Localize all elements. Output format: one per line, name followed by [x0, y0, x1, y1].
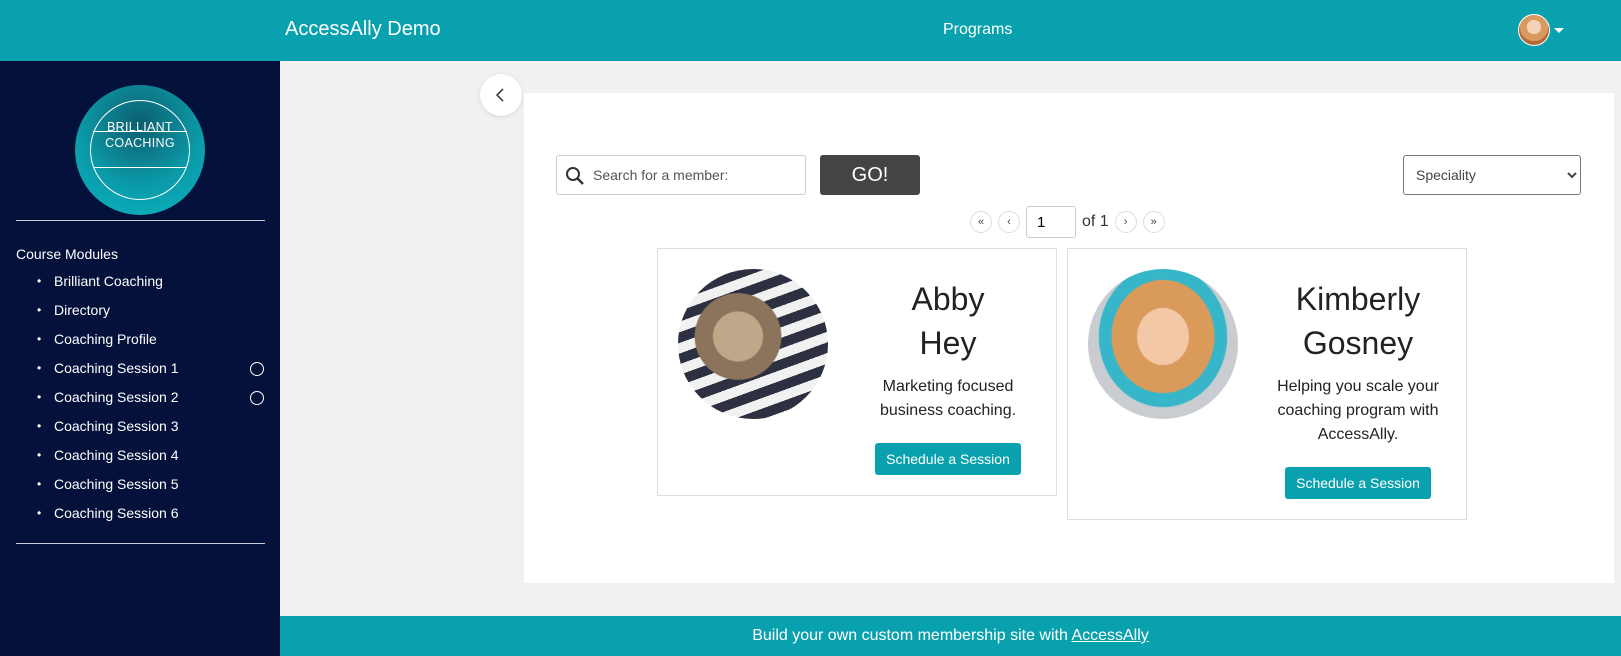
- sidebar-item-label: Coaching Profile: [54, 331, 157, 347]
- member-name: Abby Hey: [848, 277, 1048, 365]
- bullet-icon: •: [37, 448, 42, 462]
- bullet-icon: •: [37, 274, 42, 288]
- sidebar-item-label: Coaching Session 4: [54, 447, 179, 463]
- logo-line-bottom: [93, 167, 187, 168]
- member-name: Kimberly Gosney: [1258, 277, 1458, 365]
- member-card-body: Abby Hey Marketing focused business coac…: [848, 277, 1048, 475]
- module-list: • Brilliant Coaching • Directory • Coaching…: [0, 267, 280, 528]
- sidebar-item-label: Coaching Session 5: [54, 476, 179, 492]
- brilliant-coaching-logo[interactable]: BRILLIANT COACHING: [75, 85, 205, 215]
- member-last-name: Hey: [919, 325, 977, 361]
- sidebar: BRILLIANT COACHING Course Modules • Brill…: [0, 61, 280, 656]
- member-first-name: Kimberly: [1295, 281, 1421, 317]
- sidebar-item-coaching-session-4[interactable]: • Coaching Session 4: [0, 441, 280, 470]
- sidebar-item-label: Coaching Session 6: [54, 505, 179, 521]
- avatar[interactable]: [1518, 14, 1550, 46]
- incomplete-circle-icon: [250, 391, 264, 405]
- site-title[interactable]: AccessAlly Demo: [285, 18, 441, 41]
- footer-text: Build your own custom membership site wi…: [752, 627, 1072, 644]
- first-page-button[interactable]: «: [970, 211, 992, 233]
- sidebar-divider-top: [16, 220, 265, 221]
- directory-panel: GO! Speciality « ‹ of 1 › » Abby Hey Mar…: [524, 93, 1614, 583]
- logo-text: BRILLIANT COACHING: [75, 119, 205, 151]
- bullet-icon: •: [37, 506, 42, 520]
- last-page-button[interactable]: »: [1142, 211, 1165, 233]
- speciality-select[interactable]: Speciality: [1403, 155, 1581, 195]
- member-description: Helping you scale your coaching program …: [1277, 378, 1439, 443]
- sidebar-item-coaching-profile[interactable]: • Coaching Profile: [0, 325, 280, 354]
- incomplete-circle-icon: [250, 362, 264, 376]
- member-first-name: Abby: [911, 281, 985, 317]
- accessally-link[interactable]: AccessAlly: [1071, 627, 1148, 644]
- logo-text-line1: BRILLIANT: [107, 120, 173, 134]
- caret-down-icon[interactable]: [1554, 27, 1564, 33]
- member-photo: [678, 269, 828, 419]
- bullet-icon: •: [37, 390, 42, 404]
- nav-programs-link[interactable]: Programs: [943, 21, 1012, 39]
- sidebar-item-label: Coaching Session 3: [54, 418, 179, 434]
- bullet-icon: •: [37, 361, 42, 375]
- search-icon: [566, 167, 584, 185]
- footer-banner: Build your own custom membership site wi…: [280, 616, 1621, 656]
- member-last-name: Gosney: [1302, 325, 1414, 361]
- member-photo: [1088, 269, 1238, 419]
- sidebar-divider-bottom: [16, 543, 265, 544]
- bullet-icon: •: [37, 419, 42, 433]
- bullet-icon: •: [37, 477, 42, 491]
- sidebar-item-label: Coaching Session 2: [54, 389, 179, 405]
- collapse-sidebar-button[interactable]: [480, 74, 522, 116]
- schedule-session-button[interactable]: Schedule a Session: [875, 443, 1021, 475]
- sidebar-item-label: Brilliant Coaching: [54, 273, 163, 289]
- sidebar-item-coaching-session-5[interactable]: • Coaching Session 5: [0, 470, 280, 499]
- next-page-button[interactable]: ›: [1114, 211, 1137, 233]
- pagination: « ‹ of 1 › »: [970, 206, 1171, 238]
- sidebar-item-label: Directory: [54, 302, 111, 318]
- sidebar-item-coaching-session-1[interactable]: • Coaching Session 1: [0, 354, 280, 383]
- top-bar: AccessAlly Demo Programs: [0, 0, 1621, 61]
- member-card: Kimberly Gosney Helping you scale your c…: [1067, 248, 1467, 520]
- prev-page-button[interactable]: ‹: [998, 211, 1020, 233]
- sidebar-item-coaching-session-2[interactable]: • Coaching Session 2: [0, 383, 280, 412]
- member-description: Marketing focused business coaching.: [879, 378, 1017, 419]
- logo-text-line2: COACHING: [105, 136, 175, 150]
- sidebar-item-coaching-session-3[interactable]: • Coaching Session 3: [0, 412, 280, 441]
- course-modules-heading: Course Modules: [16, 246, 118, 262]
- bullet-icon: •: [37, 332, 42, 346]
- member-card-body: Kimberly Gosney Helping you scale your c…: [1258, 277, 1458, 499]
- member-search: [556, 155, 806, 195]
- bullet-icon: •: [37, 303, 42, 317]
- chevron-left-icon: [495, 88, 504, 102]
- sidebar-item-label: Coaching Session 1: [54, 360, 179, 376]
- sidebar-item-brilliant-coaching[interactable]: • Brilliant Coaching: [0, 267, 280, 296]
- page-number-input[interactable]: [1026, 206, 1076, 238]
- search-input[interactable]: [593, 157, 801, 193]
- page-count: of 1: [1082, 213, 1109, 230]
- sidebar-item-coaching-session-6[interactable]: • Coaching Session 6: [0, 499, 280, 528]
- user-menu[interactable]: [1518, 14, 1564, 46]
- schedule-session-button[interactable]: Schedule a Session: [1285, 467, 1431, 499]
- member-card: Abby Hey Marketing focused business coac…: [657, 248, 1057, 496]
- sidebar-item-directory[interactable]: • Directory: [0, 296, 280, 325]
- go-button[interactable]: GO!: [820, 155, 920, 195]
